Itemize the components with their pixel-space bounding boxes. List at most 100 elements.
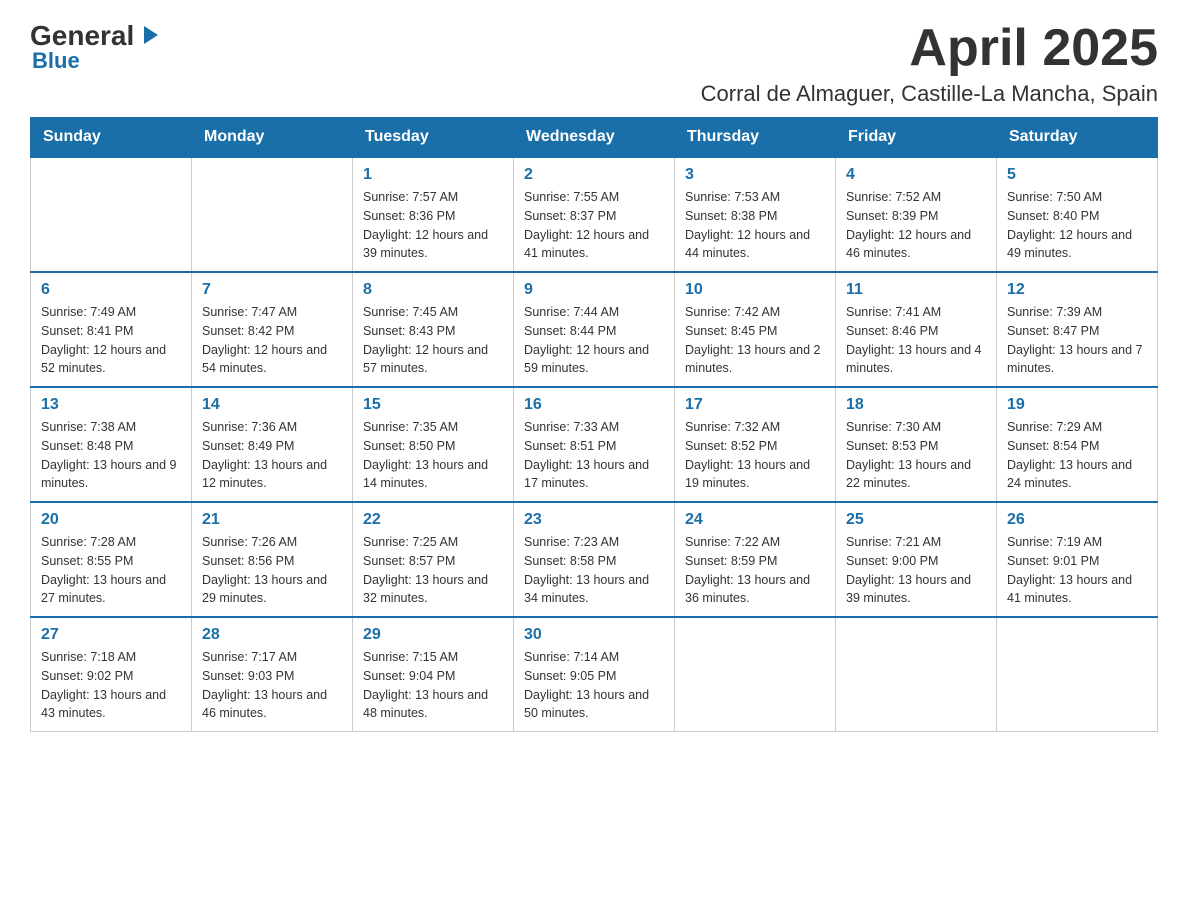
day-number: 27 [41,626,181,644]
cell-sun-info: Sunrise: 7:18 AMSunset: 9:02 PMDaylight:… [41,648,181,723]
day-number: 25 [846,511,986,529]
calendar-cell: 26Sunrise: 7:19 AMSunset: 9:01 PMDayligh… [997,502,1158,617]
logo-blue-text: Blue [30,48,80,74]
calendar-cell: 6 Sunrise: 7:49 AMSunset: 8:41 PMDaylight… [31,272,192,387]
calendar-week-2: 6 Sunrise: 7:49 AMSunset: 8:41 PMDaylight… [31,272,1158,387]
cell-sun-info: Sunrise: 7:55 AMSunset: 8:37 PMDaylight:… [524,188,664,263]
cell-sun-info: Sunrise: 7:44 AMSunset: 8:44 PMDaylight:… [524,303,664,378]
day-number: 8 [363,281,503,299]
cell-sun-info: Sunrise: 7:39 AMSunset: 8:47 PMDaylight:… [1007,303,1147,378]
calendar-cell: 13Sunrise: 7:38 AMSunset: 8:48 PMDayligh… [31,387,192,502]
calendar-cell: 1Sunrise: 7:57 AMSunset: 8:36 PMDaylight… [353,157,514,272]
cell-sun-info: Sunrise: 7:26 AMSunset: 8:56 PMDaylight:… [202,533,342,608]
calendar-cell [31,157,192,272]
weekday-header-tuesday: Tuesday [353,118,514,158]
calendar-cell: 12 Sunrise: 7:39 AMSunset: 8:47 PMDayligh… [997,272,1158,387]
calendar-cell: 29Sunrise: 7:15 AMSunset: 9:04 PMDayligh… [353,617,514,732]
calendar-cell: 30 Sunrise: 7:14 AMSunset: 9:05 PMDayligh… [514,617,675,732]
calendar-cell: 11 Sunrise: 7:41 AMSunset: 8:46 PMDayligh… [836,272,997,387]
calendar-cell: 14 Sunrise: 7:36 AMSunset: 8:49 PMDayligh… [192,387,353,502]
day-number: 5 [1007,166,1147,184]
cell-sun-info: Sunrise: 7:36 AMSunset: 8:49 PMDaylight:… [202,418,342,493]
calendar-cell: 5Sunrise: 7:50 AMSunset: 8:40 PMDaylight… [997,157,1158,272]
calendar-cell: 15Sunrise: 7:35 AMSunset: 8:50 PMDayligh… [353,387,514,502]
calendar-body: 1Sunrise: 7:57 AMSunset: 8:36 PMDaylight… [31,157,1158,732]
cell-sun-info: Sunrise: 7:41 AMSunset: 8:46 PMDaylight:… [846,303,986,378]
calendar-cell: 4Sunrise: 7:52 AMSunset: 8:39 PMDaylight… [836,157,997,272]
weekday-header-friday: Friday [836,118,997,158]
day-number: 12 [1007,281,1147,299]
calendar-week-5: 27 Sunrise: 7:18 AMSunset: 9:02 PMDayligh… [31,617,1158,732]
day-number: 22 [363,511,503,529]
day-number: 30 [524,626,664,644]
logo: General Blue [30,20,160,74]
day-number: 14 [202,396,342,414]
calendar-week-4: 20 Sunrise: 7:28 AMSunset: 8:55 PMDayligh… [31,502,1158,617]
calendar-week-3: 13Sunrise: 7:38 AMSunset: 8:48 PMDayligh… [31,387,1158,502]
calendar-cell [675,617,836,732]
calendar-cell: 17 Sunrise: 7:32 AMSunset: 8:52 PMDayligh… [675,387,836,502]
cell-sun-info: Sunrise: 7:28 AMSunset: 8:55 PMDaylight:… [41,533,181,608]
day-number: 19 [1007,396,1147,414]
day-number: 7 [202,281,342,299]
calendar-cell: 7 Sunrise: 7:47 AMSunset: 8:42 PMDaylight… [192,272,353,387]
cell-sun-info: Sunrise: 7:49 AMSunset: 8:41 PMDaylight:… [41,303,181,378]
cell-sun-info: Sunrise: 7:29 AMSunset: 8:54 PMDaylight:… [1007,418,1147,493]
cell-sun-info: Sunrise: 7:32 AMSunset: 8:52 PMDaylight:… [685,418,825,493]
day-number: 28 [202,626,342,644]
cell-sun-info: Sunrise: 7:33 AMSunset: 8:51 PMDaylight:… [524,418,664,493]
calendar-cell: 18 Sunrise: 7:30 AMSunset: 8:53 PMDayligh… [836,387,997,502]
day-number: 23 [524,511,664,529]
day-number: 3 [685,166,825,184]
calendar-cell: 28 Sunrise: 7:17 AMSunset: 9:03 PMDayligh… [192,617,353,732]
calendar-cell: 3 Sunrise: 7:53 AMSunset: 8:38 PMDaylight… [675,157,836,272]
day-number: 17 [685,396,825,414]
weekday-header-wednesday: Wednesday [514,118,675,158]
calendar-cell: 27 Sunrise: 7:18 AMSunset: 9:02 PMDayligh… [31,617,192,732]
day-number: 29 [363,626,503,644]
header-row: SundayMondayTuesdayWednesdayThursdayFrid… [31,118,1158,158]
day-number: 4 [846,166,986,184]
calendar-cell: 16 Sunrise: 7:33 AMSunset: 8:51 PMDayligh… [514,387,675,502]
calendar-cell: 20 Sunrise: 7:28 AMSunset: 8:55 PMDayligh… [31,502,192,617]
day-number: 18 [846,396,986,414]
weekday-header-sunday: Sunday [31,118,192,158]
day-number: 11 [846,281,986,299]
day-number: 6 [41,281,181,299]
calendar-week-1: 1Sunrise: 7:57 AMSunset: 8:36 PMDaylight… [31,157,1158,272]
cell-sun-info: Sunrise: 7:53 AMSunset: 8:38 PMDaylight:… [685,188,825,263]
calendar-header: SundayMondayTuesdayWednesdayThursdayFrid… [31,118,1158,158]
calendar-subtitle: Corral de Almaguer, Castille-La Mancha, … [701,81,1158,107]
calendar-cell [997,617,1158,732]
day-number: 21 [202,511,342,529]
cell-sun-info: Sunrise: 7:22 AMSunset: 8:59 PMDaylight:… [685,533,825,608]
weekday-header-thursday: Thursday [675,118,836,158]
cell-sun-info: Sunrise: 7:30 AMSunset: 8:53 PMDaylight:… [846,418,986,493]
cell-sun-info: Sunrise: 7:17 AMSunset: 9:03 PMDaylight:… [202,648,342,723]
cell-sun-info: Sunrise: 7:25 AMSunset: 8:57 PMDaylight:… [363,533,503,608]
cell-sun-info: Sunrise: 7:21 AMSunset: 9:00 PMDaylight:… [846,533,986,608]
calendar-cell [192,157,353,272]
weekday-header-saturday: Saturday [997,118,1158,158]
cell-sun-info: Sunrise: 7:14 AMSunset: 9:05 PMDaylight:… [524,648,664,723]
day-number: 16 [524,396,664,414]
day-number: 20 [41,511,181,529]
day-number: 9 [524,281,664,299]
day-number: 13 [41,396,181,414]
page-header: General Blue April 2025 Corral de Almagu… [30,20,1158,107]
weekday-header-monday: Monday [192,118,353,158]
day-number: 2 [524,166,664,184]
calendar-cell: 23 Sunrise: 7:23 AMSunset: 8:58 PMDayligh… [514,502,675,617]
calendar-cell: 9 Sunrise: 7:44 AMSunset: 8:44 PMDaylight… [514,272,675,387]
logo-triangle-icon [140,24,160,46]
calendar-cell: 2 Sunrise: 7:55 AMSunset: 8:37 PMDaylight… [514,157,675,272]
title-block: April 2025 Corral de Almaguer, Castille-… [701,20,1158,107]
calendar-table: SundayMondayTuesdayWednesdayThursdayFrid… [30,117,1158,732]
cell-sun-info: Sunrise: 7:47 AMSunset: 8:42 PMDaylight:… [202,303,342,378]
calendar-cell: 21 Sunrise: 7:26 AMSunset: 8:56 PMDayligh… [192,502,353,617]
cell-sun-info: Sunrise: 7:45 AMSunset: 8:43 PMDaylight:… [363,303,503,378]
day-number: 24 [685,511,825,529]
calendar-cell: 24 Sunrise: 7:22 AMSunset: 8:59 PMDayligh… [675,502,836,617]
calendar-cell [836,617,997,732]
cell-sun-info: Sunrise: 7:23 AMSunset: 8:58 PMDaylight:… [524,533,664,608]
